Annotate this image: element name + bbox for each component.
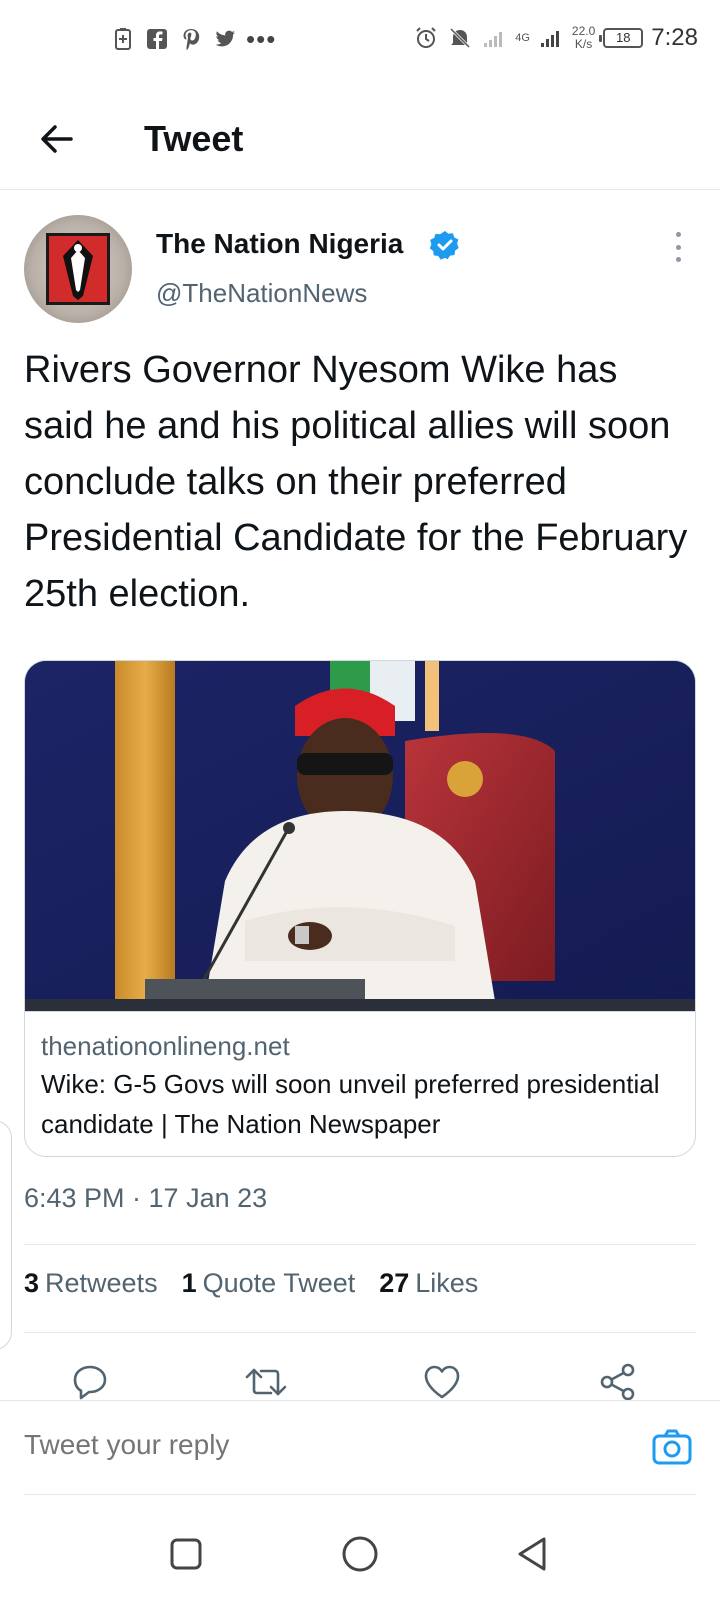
tweet-stats: 3 Retweets 1 Quote Tweet 27 Likes [24, 1268, 478, 1299]
quote-label: Quote Tweet [202, 1268, 356, 1298]
card-image[interactable] [25, 661, 695, 1011]
share-button[interactable] [596, 1360, 640, 1404]
author-avatar[interactable] [24, 215, 132, 323]
divider [24, 1332, 696, 1333]
pinterest-icon [183, 29, 200, 51]
divider [24, 1244, 696, 1245]
divider [24, 1494, 696, 1495]
card-body[interactable]: thenationonlineng.net Wike: G-5 Govs wil… [25, 1011, 695, 1156]
stat-retweets[interactable]: 3 Retweets [24, 1268, 158, 1299]
retweet-icon [245, 1368, 287, 1396]
reply-composer [0, 1400, 720, 1496]
arrow-left-icon [41, 125, 73, 153]
clock: 7:28 [651, 24, 698, 51]
facebook-icon [147, 29, 167, 49]
stat-quote-tweets[interactable]: 1 Quote Tweet [182, 1268, 356, 1299]
side-panel-handle[interactable] [0, 1120, 12, 1350]
reply-input[interactable] [24, 1429, 584, 1461]
dot [675, 232, 681, 237]
stat-likes[interactable]: 27 Likes [379, 1268, 478, 1299]
battery-indicator: 18 [599, 28, 644, 48]
signal-icon [540, 31, 559, 47]
retweet-button[interactable] [244, 1360, 288, 1404]
like-count: 27 [379, 1268, 410, 1298]
status-bar: ••• 4G 22.0 K/s 18 7:28 [0, 0, 720, 80]
back-button[interactable] [32, 114, 82, 164]
recent-apps-button[interactable] [164, 1532, 208, 1576]
home-button[interactable] [338, 1532, 382, 1576]
network-type-label: 4G [515, 31, 530, 44]
reply-icon [73, 1365, 107, 1400]
like-button[interactable] [420, 1360, 464, 1404]
more-notifications-icon: ••• [246, 24, 277, 54]
system-indicators: 4G 22.0 K/s 18 7:28 [413, 24, 698, 52]
like-label: Likes [415, 1268, 479, 1298]
retweet-label: Retweets [45, 1268, 158, 1298]
signal-weak-icon [484, 32, 503, 47]
nation-logo-icon [46, 233, 110, 305]
circle-icon [342, 1536, 378, 1572]
square-icon [170, 1538, 202, 1570]
link-preview-card[interactable]: thenationonlineng.net Wike: G-5 Govs wil… [24, 660, 696, 1157]
retweet-count: 3 [24, 1268, 40, 1298]
alarm-icon [416, 27, 436, 48]
battery-saver-icon [115, 28, 131, 50]
notification-icons: ••• [110, 26, 276, 52]
top-app-bar: Tweet [0, 90, 720, 190]
camera-button[interactable] [650, 1425, 696, 1471]
network-speed-unit: K/s [574, 37, 593, 51]
reply-button[interactable] [68, 1360, 112, 1404]
quote-count: 1 [181, 1268, 197, 1298]
dot [675, 244, 681, 250]
heart-icon [424, 1365, 460, 1399]
twitter-icon [215, 30, 235, 47]
share-icon [600, 1363, 635, 1401]
dot [675, 257, 681, 262]
network-speed: 22.0 K/s [572, 25, 595, 51]
card-domain: thenationonlineng.net [41, 1031, 290, 1061]
mute-icon [450, 27, 471, 49]
author-name[interactable]: The Nation Nigeria [156, 228, 403, 260]
page-title: Tweet [144, 118, 244, 159]
back-nav-button[interactable] [510, 1532, 554, 1576]
tweet-text: Rivers Governor Nyesom Wike has said he … [24, 349, 688, 615]
verified-badge-icon [430, 231, 459, 260]
more-options-button[interactable] [668, 232, 688, 262]
author-handle[interactable]: @TheNationNews [156, 278, 367, 309]
tweet-timestamp: 6:43 PM · 17 Jan 23 [24, 1183, 268, 1213]
card-title: Wike: G-5 Govs will soon unveil preferre… [41, 1069, 660, 1139]
system-navigation-bar [0, 1520, 720, 1600]
camera-icon [652, 1429, 692, 1465]
triangle-back-icon [518, 1537, 546, 1571]
